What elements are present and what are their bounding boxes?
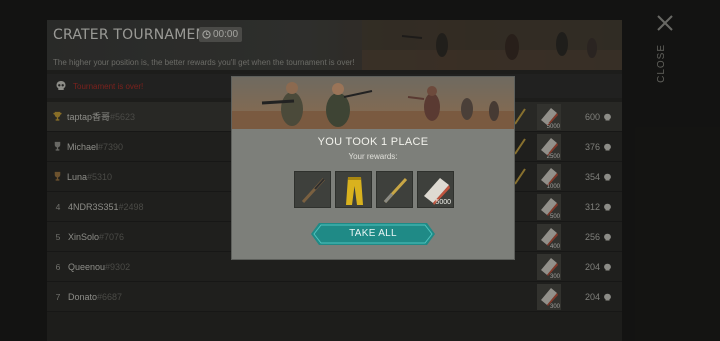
take-all-label: TAKE ALL: [349, 228, 397, 239]
reward-slot[interactable]: [294, 171, 331, 208]
reward-slot[interactable]: [335, 171, 372, 208]
reward-modal: YOU TOOK 1 PLACE Your rewards: 5000 TAKE…: [231, 76, 515, 260]
modal-title: YOU TOOK 1 PLACE: [317, 136, 429, 148]
reward-slot[interactable]: 5000: [417, 171, 454, 208]
modal-subtitle: Your rewards:: [348, 152, 398, 161]
take-all-button[interactable]: TAKE ALL: [311, 223, 435, 245]
modal-artwork: [232, 77, 514, 129]
reward-count: 5000: [435, 199, 451, 206]
reward-slot[interactable]: [376, 171, 413, 208]
yellow-pants-icon: [346, 177, 363, 205]
reward-slots: 5000: [294, 171, 454, 208]
rifle-icon: [301, 177, 326, 204]
syringe-rifle-icon: [383, 177, 408, 204]
